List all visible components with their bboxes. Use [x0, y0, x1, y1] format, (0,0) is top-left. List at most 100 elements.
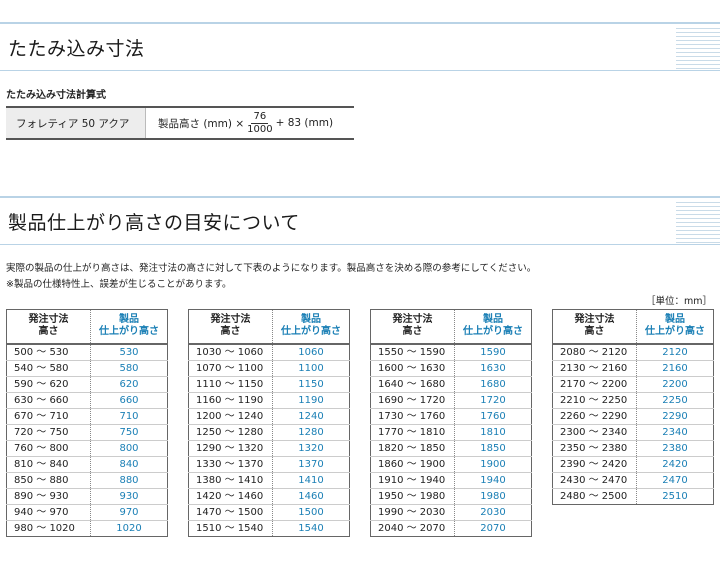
section-title: 製品仕上がり高さの目安について	[8, 212, 300, 234]
finished-height-value: 660	[90, 392, 168, 409]
finished-height-value: 2380	[636, 440, 714, 457]
finished-height-value: 1410	[272, 472, 350, 489]
height-table: 発注寸法 高さ 製品 仕上がり高さ 500 ～ 530 530 540 ～ 580 580 59…	[6, 309, 168, 537]
divider	[0, 22, 720, 24]
table-row: 1110 ～ 1150 1150	[188, 376, 350, 393]
header-text: 高さ	[220, 326, 241, 338]
finished-height-value: 2200	[636, 376, 714, 393]
order-size-range: 2080 ～ 2120	[552, 343, 637, 361]
section-header-folding-size: たたみ込み寸法	[0, 22, 720, 72]
header-text: 発注寸法	[392, 314, 433, 326]
header-finished-height: 製品 仕上がり高さ	[636, 309, 714, 345]
order-size-range: 2170 ～ 2200	[552, 376, 637, 393]
header-text: 仕上がり高さ	[281, 326, 341, 338]
header-text: 仕上がり高さ	[645, 326, 705, 338]
finished-height-value: 1370	[272, 456, 350, 473]
finished-height-value: 2070	[480, 522, 506, 534]
order-size-range: 1950 ～ 1980	[370, 488, 455, 505]
header-text: 高さ	[584, 326, 605, 338]
finished-height-value: 1100	[272, 360, 350, 377]
order-size-range: 850 ～ 880	[6, 472, 91, 489]
finished-height-value: 1460	[272, 488, 350, 505]
table-row: 810 ～ 840 840	[6, 456, 168, 473]
table-row: 1730 ～ 1760 1760	[370, 408, 532, 425]
header-text: 発注寸法	[28, 314, 69, 326]
finished-height-value: 2250	[636, 392, 714, 409]
order-size-range: 1030 ～ 1060	[188, 343, 273, 361]
header-text: 発注寸法	[210, 314, 251, 326]
divider	[0, 70, 720, 71]
formula-prefix: 製品高さ (mm) ×	[158, 117, 245, 130]
finished-height-value: 1680	[454, 376, 532, 393]
order-size-range: 1550 ～ 1590	[370, 343, 455, 361]
order-size-range: 500 ～ 530	[6, 343, 91, 361]
table-header-row: 発注寸法 高さ 製品 仕上がり高さ	[6, 309, 168, 345]
table-header-row: 発注寸法 高さ 製品 仕上がり高さ	[188, 309, 350, 345]
order-size-range: 1380 ～ 1410	[188, 472, 273, 489]
order-size-range: 1330 ～ 1370	[188, 456, 273, 473]
order-size-range: 2390 ～ 2420	[552, 456, 637, 473]
order-size-range: 2040 ～ 2070	[370, 520, 455, 536]
order-size-range: 1910 ～ 1940	[370, 472, 455, 489]
order-size-range: 2130 ～ 2160	[552, 360, 637, 377]
finished-height-value: 620	[90, 376, 168, 393]
finished-height-value: 2420	[636, 456, 714, 473]
header-text: 発注寸法	[574, 314, 615, 326]
order-size-range: 760 ～ 800	[6, 440, 91, 457]
finished-height-value: 1630	[454, 360, 532, 377]
finished-height-value: 970	[90, 504, 168, 521]
table-row: 1860 ～ 1900 1900	[370, 456, 532, 473]
table-row: 2130 ～ 2160 2160	[552, 360, 714, 377]
formula-expression: 製品高さ (mm) × 76 1000 + 83 (mm)	[146, 108, 354, 138]
finished-height-value: 880	[90, 472, 168, 489]
table-row: 590 ～ 620 620	[6, 376, 168, 393]
order-size-range: 2350 ～ 2380	[552, 440, 637, 457]
order-size-range: 810 ～ 840	[6, 456, 91, 473]
header-order-size: 発注寸法 高さ	[552, 309, 637, 345]
table-row: 2080 ～ 2120 2120	[552, 343, 714, 361]
table-row: 1910 ～ 1940 1940	[370, 472, 532, 489]
header-text: 高さ	[402, 326, 423, 338]
order-size-range: 1860 ～ 1900	[370, 456, 455, 473]
order-size-range: 980 ～ 1020	[6, 520, 91, 536]
formula-heading: たたみ込み寸法計算式	[6, 90, 106, 101]
table-row: 1070 ～ 1100 1100	[188, 360, 350, 377]
finished-height-value: 1900	[454, 456, 532, 473]
table-row: 1290 ～ 1320 1320	[188, 440, 350, 457]
order-size-range: 670 ～ 710	[6, 408, 91, 425]
header-text: 仕上がり高さ	[463, 326, 523, 338]
section-header-finished-height: 製品仕上がり高さの目安について	[0, 196, 720, 246]
order-size-range: 1470 ～ 1500	[188, 504, 273, 521]
order-size-range: 540 ～ 580	[6, 360, 91, 377]
header-finished-height: 製品 仕上がり高さ	[90, 309, 168, 345]
order-size-range: 1420 ～ 1460	[188, 488, 273, 505]
header-order-size: 発注寸法 高さ	[6, 309, 91, 345]
order-size-range: 1600 ～ 1630	[370, 360, 455, 377]
finished-height-value: 1980	[454, 488, 532, 505]
order-size-range: 1770 ～ 1810	[370, 424, 455, 441]
table-row: 1200 ～ 1240 1240	[188, 408, 350, 425]
order-size-range: 1820 ～ 1850	[370, 440, 455, 457]
finished-height-value: 1760	[454, 408, 532, 425]
note-line-1: 実際の製品の仕上がり高さは、発注寸法の高さに対して下表のようになります。製品高さ…	[6, 263, 537, 274]
finished-height-value: 1810	[454, 424, 532, 441]
table-row: 1420 ～ 1460 1460	[188, 488, 350, 505]
finished-height-value: 2470	[636, 472, 714, 489]
finished-height-value: 1500	[272, 504, 350, 521]
order-size-range: 1110 ～ 1150	[188, 376, 273, 393]
order-size-range: 2210 ～ 2250	[552, 392, 637, 409]
table-row: 1820 ～ 1850 1850	[370, 440, 532, 457]
order-size-range: 1250 ～ 1280	[188, 424, 273, 441]
header-finished-height: 製品 仕上がり高さ	[272, 309, 350, 345]
divider	[0, 244, 720, 245]
finished-height-value: 1190	[272, 392, 350, 409]
table-row: 2390 ～ 2420 2420	[552, 456, 714, 473]
finished-height-value: 2160	[636, 360, 714, 377]
table-row: 1470 ～ 1500 1500	[188, 504, 350, 521]
table-row: 1160 ～ 1190 1190	[188, 392, 350, 409]
table-row: 2430 ～ 2470 2470	[552, 472, 714, 489]
finished-height-value: 800	[90, 440, 168, 457]
divider	[0, 196, 720, 198]
table-row: 2170 ～ 2200 2200	[552, 376, 714, 393]
finished-height-value: 1540	[298, 522, 324, 534]
